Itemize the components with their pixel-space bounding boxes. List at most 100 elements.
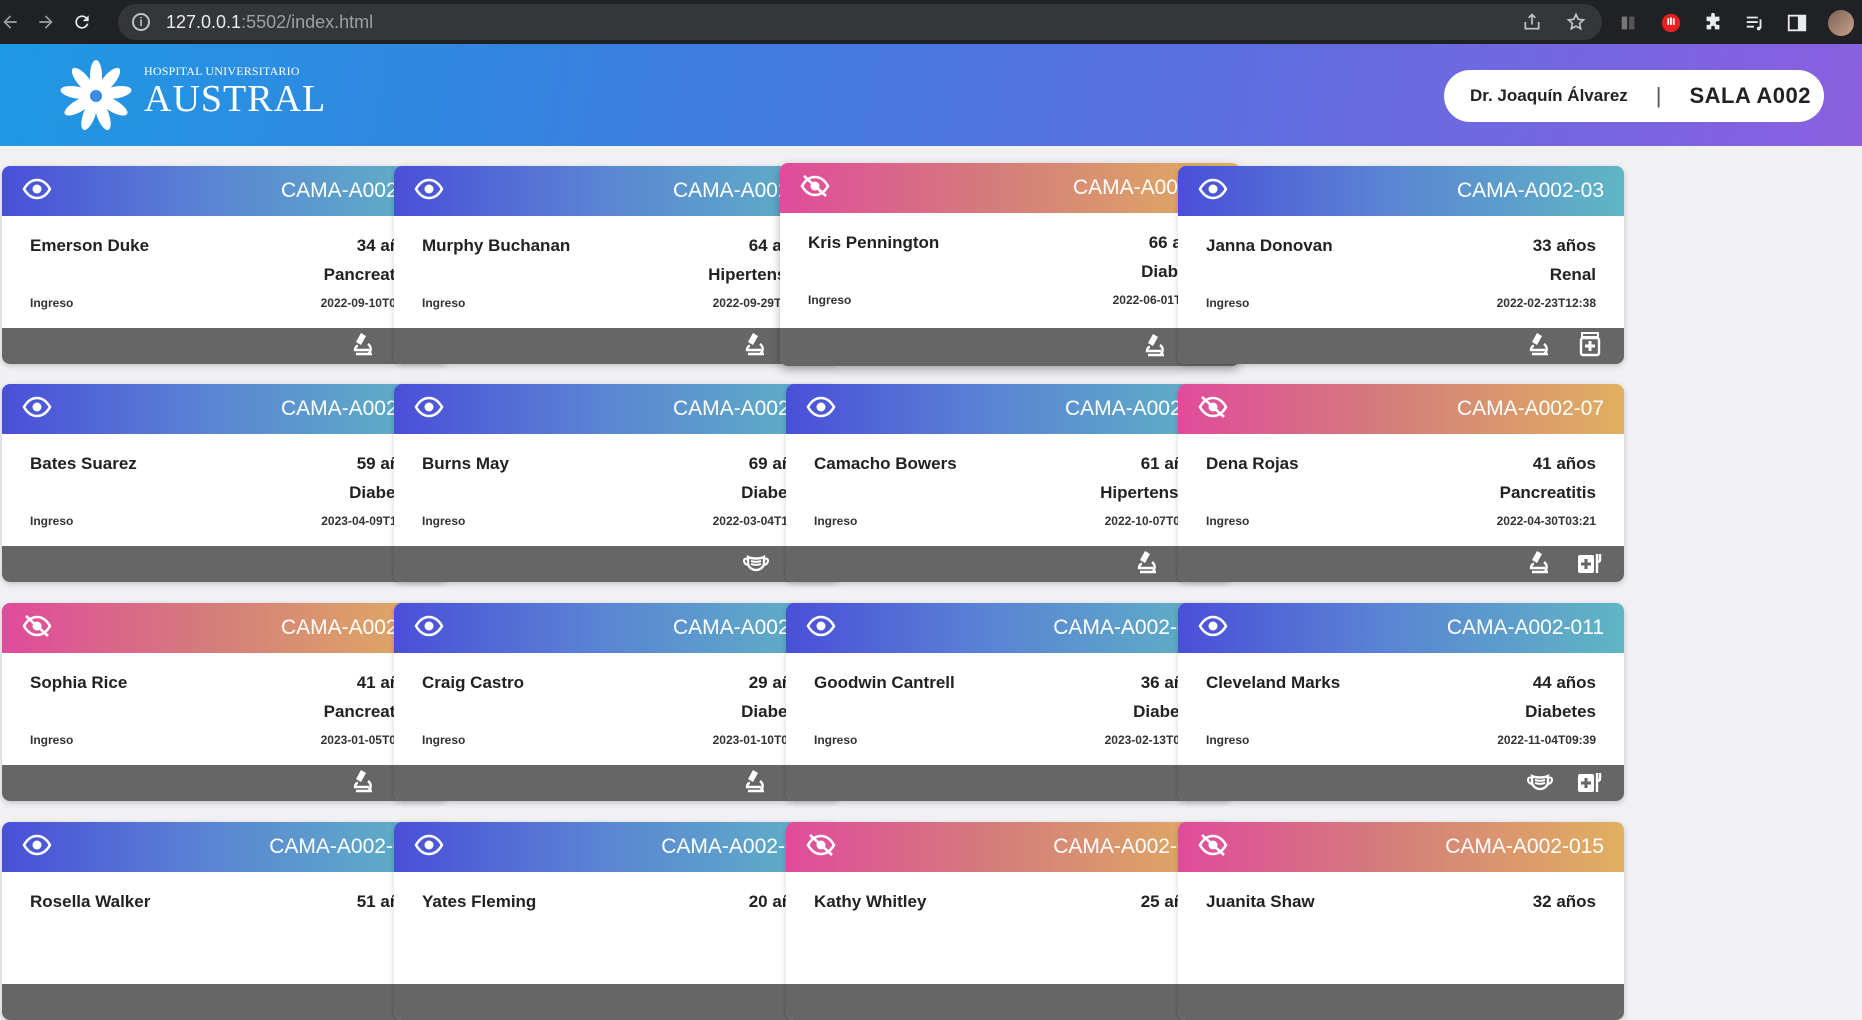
card-footer [786, 765, 1232, 801]
card-header: CAMA-A002-09 [394, 603, 840, 653]
microscope-icon[interactable] [350, 767, 378, 800]
admission-label: Ingreso [1206, 733, 1250, 747]
meal-kit-icon[interactable] [1576, 548, 1604, 581]
share-icon[interactable] [1522, 12, 1542, 32]
card-body: Sophia Rice 41 años Pancreatitis 2023-01-05… [2, 653, 448, 765]
card-body: Murphy Buchanan64 añosHipertension2022-0… [394, 216, 840, 328]
bed-card[interactable]: CAMA-A002-08 Sophia Rice 41 años Pancreatit… [2, 603, 448, 801]
eye-icon[interactable] [1198, 178, 1228, 205]
card-body: Kris Pennington66 añosDiabetes2022-06-01… [780, 213, 1240, 325]
eye-icon[interactable] [22, 178, 52, 205]
card-header: CAMA-A002-010 [786, 603, 1232, 653]
eye-icon[interactable] [414, 396, 444, 423]
card-header: CAMA-A002-011 [1178, 603, 1624, 653]
eye-icon[interactable] [806, 396, 836, 423]
reading-list-icon[interactable] [1744, 12, 1766, 34]
patient-age: 33 años [1532, 236, 1596, 255]
eye-slash-icon[interactable] [800, 174, 830, 202]
patient-name: Kathy Whitley [814, 892, 927, 911]
card-footer [2, 765, 448, 801]
mask-icon[interactable] [742, 548, 770, 581]
mask-icon[interactable] [1526, 767, 1554, 800]
bed-card[interactable]: CAMA-A002-015 Juanita Shaw 32 años [1178, 822, 1624, 1020]
bed-card[interactable]: CAMA-A002-012 Rosella Walker 51 años [2, 822, 448, 1020]
puzzle-icon[interactable] [1702, 12, 1724, 34]
bed-card[interactable]: CAMA-A002-01Murphy Buchanan64 añosHipert… [394, 166, 840, 364]
eye-slash-icon[interactable] [806, 833, 836, 861]
microscope-icon[interactable] [350, 330, 378, 363]
microscope-icon[interactable] [1526, 330, 1554, 363]
bed-card[interactable]: CAMA-A002-00 Emerson Duke 34 años Pancreati… [2, 166, 448, 364]
microscope-icon[interactable] [742, 767, 770, 800]
flower-logo-icon [60, 60, 132, 130]
arrow-left-icon [3, 15, 17, 29]
arrow-right-icon [39, 15, 53, 29]
card-header: CAMA-A002-02 [780, 163, 1240, 213]
bed-card[interactable]: CAMA-A002-06 Camacho Bowers 61 años Hiperte… [786, 384, 1232, 582]
eye-slash-icon[interactable] [22, 614, 52, 642]
admission-label: Ingreso [422, 514, 466, 528]
eye-icon[interactable] [22, 834, 52, 861]
eye-icon[interactable] [22, 396, 52, 423]
card-header: CAMA-A002-03 [1178, 166, 1624, 216]
side-panel-icon[interactable] [1786, 12, 1808, 34]
eye-icon[interactable] [414, 178, 444, 205]
bed-card[interactable]: CAMA-A002-05 Burns May 69 años Diabetes 2022… [394, 384, 840, 582]
card-body: Bates Suarez 59 años Diabetes 2023-04-09T11… [2, 434, 448, 546]
patient-age: 41 años [1532, 454, 1596, 473]
eye-icon[interactable] [806, 615, 836, 642]
card-footer [780, 328, 1240, 366]
diagnosis: Pancreatitis [1499, 483, 1596, 502]
bed-card[interactable]: CAMA-A002-09 Craig Castro 29 años Diabetes 2… [394, 603, 840, 801]
card-footer [2, 328, 448, 364]
card-body: Camacho Bowers 61 años Hipertension 2022-10… [786, 434, 1232, 546]
site-info-icon[interactable]: i [132, 13, 150, 31]
card-footer [1178, 546, 1624, 582]
reload-icon [75, 15, 89, 29]
eye-icon[interactable] [1198, 615, 1228, 642]
star-icon[interactable] [1566, 12, 1586, 32]
patient-name: Burns May [422, 454, 509, 473]
card-body: Janna Donovan 33 años Renal 2022-02-23T12:3… [1178, 216, 1624, 328]
bed-card[interactable]: CAMA-A002-013 Yates Fleming 20 años [394, 822, 840, 1020]
extension-gray-icon[interactable] [1618, 12, 1640, 34]
card-header: CAMA-A002-06 [786, 384, 1232, 434]
profile-avatar[interactable] [1828, 10, 1854, 36]
card-footer [786, 984, 1232, 1020]
eye-icon[interactable] [414, 834, 444, 861]
bed-id: CAMA-A002-015 [1445, 835, 1604, 858]
patient-name: Rosella Walker [30, 892, 151, 911]
bed-card[interactable]: CAMA-A002-07 Dena Rojas 41 años Pancreatiti… [1178, 384, 1624, 582]
admission-date: 2022-11-04T09:39 [1497, 733, 1596, 747]
admission-label: Ingreso [30, 514, 74, 528]
bed-card[interactable]: CAMA-A002-011 Cleveland Marks 44 años Diabe… [1178, 603, 1624, 801]
bed-card[interactable]: CAMA-A002-04 Bates Suarez 59 años Diabetes 2… [2, 384, 448, 582]
patient-name: Craig Castro [422, 673, 525, 692]
eye-slash-icon[interactable] [1198, 395, 1228, 423]
doctor-name: Dr. Joaquín Álvarez [1470, 86, 1628, 105]
back-button[interactable] [0, 4, 28, 40]
patient-name: Murphy Buchanan [422, 236, 571, 255]
bed-card[interactable]: CAMA-A002-02Kris Pennington66 añosDiabet… [780, 163, 1240, 366]
bed-card[interactable]: CAMA-A002-03 Janna Donovan 33 años Renal 202… [1178, 166, 1624, 364]
admission-label: Ingreso [30, 733, 74, 747]
bed-card[interactable]: CAMA-A002-010 Goodwin Cantrell 36 años Diab… [786, 603, 1232, 801]
microscope-icon[interactable] [1526, 548, 1554, 581]
eye-icon[interactable] [414, 615, 444, 642]
card-header: CAMA-A002-012 [2, 822, 448, 872]
address-bar[interactable]: i 127.0.0.1:5502/index.html [118, 4, 1602, 40]
bed-card[interactable]: CAMA-A002-014 Kathy Whitley 25 años [786, 822, 1232, 1020]
eye-slash-icon[interactable] [1198, 833, 1228, 861]
microscope-icon[interactable] [1142, 331, 1170, 364]
microscope-icon[interactable] [1134, 548, 1162, 581]
patient-name: Emerson Duke [30, 236, 150, 255]
microscope-icon[interactable] [742, 330, 770, 363]
reload-button[interactable] [64, 4, 100, 40]
medical-kit-icon[interactable] [1576, 330, 1604, 363]
forward-button[interactable] [28, 4, 64, 40]
admission-label: Ingreso [30, 296, 74, 310]
patient-name: Sophia Rice [30, 673, 128, 692]
browser-toolbar: i 127.0.0.1:5502/index.html [0, 0, 1862, 44]
meal-kit-icon[interactable] [1576, 767, 1604, 800]
extension-red-icon[interactable] [1660, 12, 1682, 34]
